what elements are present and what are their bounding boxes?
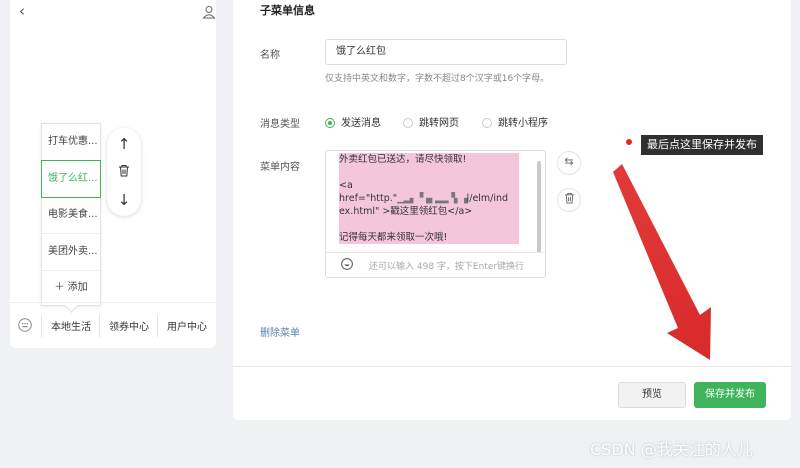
red-arrow-annotation xyxy=(613,164,711,360)
watermark: CSDN @我关注的人儿 xyxy=(590,440,753,459)
